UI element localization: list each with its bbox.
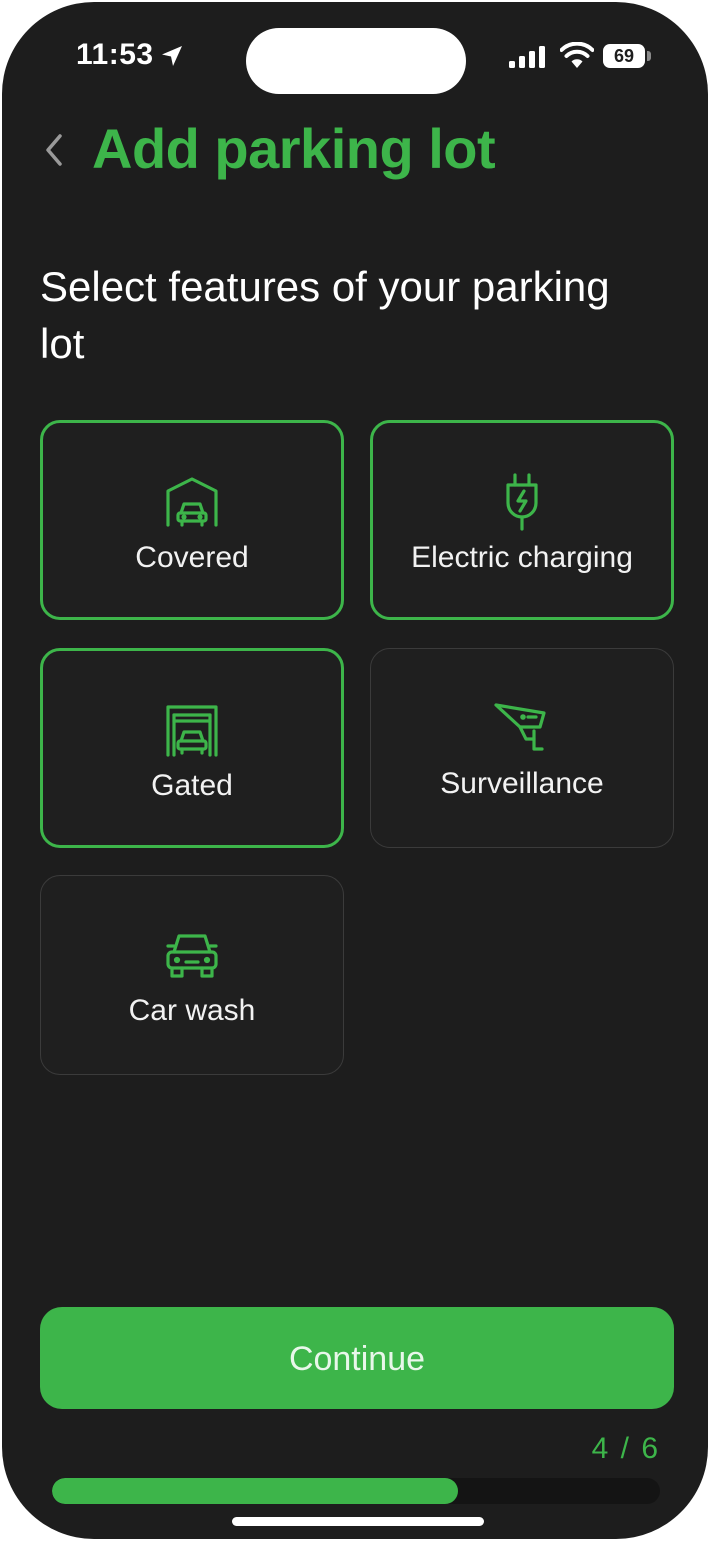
wifi-icon: [560, 42, 594, 68]
page-title: Add parking lot: [92, 117, 496, 180]
feature-label: Electric charging: [411, 541, 633, 574]
covered-garage-icon: [166, 477, 218, 527]
battery-level: 69: [603, 44, 645, 68]
home-indicator: [232, 1517, 484, 1526]
security-camera-icon: [494, 703, 546, 751]
cellular-signal-icon: [509, 46, 545, 68]
feature-card-car-wash[interactable]: Car wash: [40, 875, 344, 1075]
back-chevron-icon[interactable]: [36, 128, 72, 172]
phone-screen: 11:53 69 Add parking lot Select features…: [2, 2, 708, 1539]
progress-bar-fill: [52, 1478, 458, 1504]
status-bar: 11:53 69: [2, 2, 708, 112]
feature-label: Gated: [151, 769, 233, 802]
feature-card-electric-charging[interactable]: Electric charging: [370, 420, 674, 620]
location-arrow-icon: [162, 46, 182, 66]
car-icon: [166, 934, 218, 978]
step-counter: 4 / 6: [591, 1432, 660, 1465]
header: Add parking lot: [2, 112, 708, 192]
feature-card-surveillance[interactable]: Surveillance: [370, 648, 674, 848]
feature-label: Car wash: [128, 994, 256, 1027]
feature-label: Covered: [135, 541, 249, 574]
feature-card-gated[interactable]: Gated: [40, 648, 344, 848]
battery-tip: [647, 51, 651, 61]
feature-label: Surveillance: [440, 767, 604, 800]
gated-garage-icon: [166, 705, 218, 757]
status-time: 11:53: [76, 38, 154, 71]
features-question: Select features of your parking lot: [40, 263, 610, 367]
ev-plug-icon: [506, 473, 538, 531]
feature-card-covered[interactable]: Covered: [40, 420, 344, 620]
progress-bar: [52, 1478, 660, 1504]
dynamic-island: [246, 28, 466, 94]
continue-button[interactable]: Continue: [40, 1307, 674, 1409]
